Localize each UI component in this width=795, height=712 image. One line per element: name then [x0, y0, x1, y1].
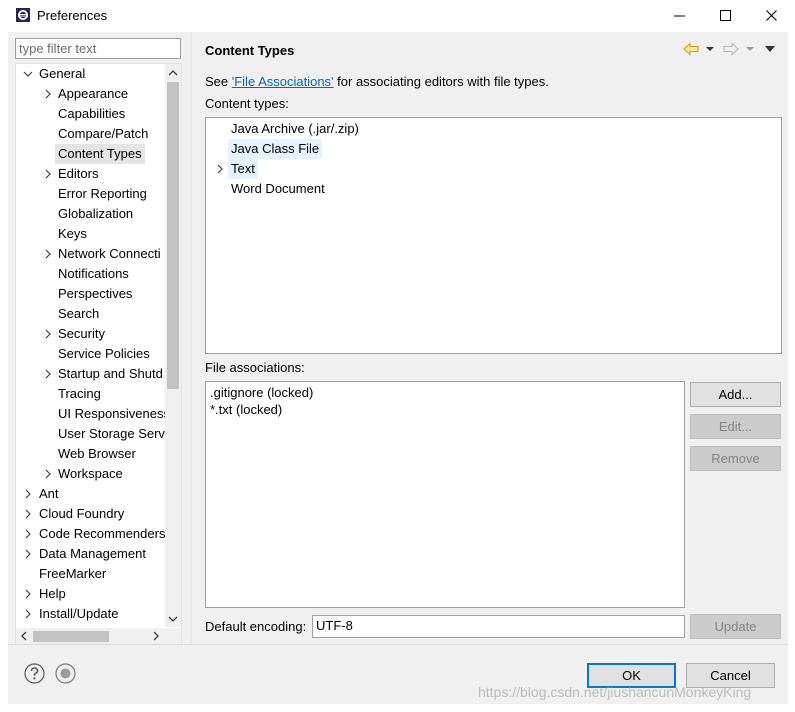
- tree-item-web-browser[interactable]: Web Browser: [58, 444, 136, 464]
- content-type-java-class-file[interactable]: Java Class File: [228, 139, 323, 159]
- list-item[interactable]: .gitignore (locked): [210, 384, 313, 401]
- maximize-button[interactable]: [703, 0, 749, 31]
- tree-item-error-reporting[interactable]: Error Reporting: [58, 184, 147, 204]
- maximize-icon: [720, 10, 731, 21]
- record-macro-icon[interactable]: [55, 663, 76, 684]
- tree-item-help[interactable]: Help: [39, 584, 66, 604]
- page-title: Content Types: [205, 43, 295, 58]
- tree-item-service-policies[interactable]: Service Policies: [58, 344, 150, 364]
- close-icon: [766, 10, 777, 21]
- tree-item-workspace[interactable]: Workspace: [58, 464, 123, 484]
- view-menu-icon[interactable]: [764, 44, 776, 54]
- chevron-right-icon[interactable]: [42, 328, 54, 340]
- chevron-right-icon[interactable]: [42, 248, 54, 260]
- tree-item-keys[interactable]: Keys: [58, 224, 87, 244]
- chevron-right-icon[interactable]: [22, 488, 34, 500]
- tree-item-startup-shutdown[interactable]: Startup and Shutd: [58, 364, 163, 384]
- file-associations-list[interactable]: .gitignore (locked) *.txt (locked): [205, 381, 685, 608]
- default-encoding-field[interactable]: UTF-8: [312, 615, 685, 638]
- tree-item-security[interactable]: Security: [58, 324, 105, 344]
- tree-item-code-recommenders[interactable]: Code Recommenders: [39, 524, 165, 544]
- tree-item-editors[interactable]: Editors: [58, 164, 98, 184]
- default-encoding-label: Default encoding:: [205, 619, 307, 634]
- chevron-right-icon[interactable]: [22, 588, 34, 600]
- chevron-down-icon[interactable]: [22, 68, 34, 80]
- tree-item-globalization[interactable]: Globalization: [58, 204, 133, 224]
- close-button[interactable]: [749, 0, 795, 31]
- content-types-tree[interactable]: Java Archive (.jar/.zip) Java Class File…: [205, 117, 782, 354]
- tree-item-cloud-foundry[interactable]: Cloud Foundry: [39, 504, 124, 524]
- tree-item-appearance[interactable]: Appearance: [58, 84, 128, 104]
- chevron-right-icon[interactable]: [22, 548, 34, 560]
- chevron-right-icon[interactable]: [42, 88, 54, 100]
- file-associations-label: File associations:: [205, 360, 305, 375]
- tree-item-network-connections[interactable]: Network Connecti: [58, 244, 161, 264]
- tree-item-compare-patch[interactable]: Compare/Patch: [58, 124, 148, 144]
- chevron-right-icon[interactable]: [42, 468, 54, 480]
- tree-item-tracing[interactable]: Tracing: [58, 384, 101, 404]
- tree-item-data-management[interactable]: Data Management: [39, 544, 146, 564]
- chevron-right-icon[interactable]: [22, 508, 34, 520]
- forward-menu-dropdown-icon[interactable]: [745, 44, 755, 54]
- eclipse-icon: [16, 8, 30, 22]
- content-type-text[interactable]: Text: [228, 159, 258, 179]
- see-suffix-text: for associating editors with file types.: [333, 74, 549, 89]
- scroll-right-arrow-icon[interactable]: [150, 630, 162, 642]
- file-associations-link[interactable]: 'File Associations': [232, 74, 334, 89]
- content-type-word-document[interactable]: Word Document: [231, 179, 325, 199]
- tree-horizontal-scroll-thumb[interactable]: [33, 631, 109, 642]
- splitter-sash[interactable]: [190, 32, 192, 644]
- add-button[interactable]: Add...: [690, 382, 781, 407]
- content-types-label: Content types:: [205, 96, 289, 111]
- tree-item-content-types[interactable]: Content Types: [55, 144, 145, 164]
- tree-item-general[interactable]: General: [39, 64, 85, 84]
- tree-item-perspectives[interactable]: Perspectives: [58, 284, 132, 304]
- title-bar: Preferences: [0, 0, 795, 32]
- tree-item-user-storage[interactable]: User Storage Serv: [58, 424, 165, 444]
- filter-input[interactable]: [15, 38, 181, 59]
- minimize-button[interactable]: [657, 0, 703, 31]
- tree-item-search[interactable]: Search: [58, 304, 99, 324]
- forward-arrow-icon[interactable]: [723, 42, 739, 56]
- update-button[interactable]: Update: [690, 614, 781, 639]
- chevron-right-icon[interactable]: [22, 528, 34, 540]
- content-type-java-archive[interactable]: Java Archive (.jar/.zip): [231, 119, 359, 139]
- scroll-down-arrow-icon[interactable]: [167, 613, 179, 625]
- remove-button[interactable]: Remove: [690, 446, 781, 471]
- window-title: Preferences: [37, 8, 108, 23]
- chevron-right-icon[interactable]: [214, 163, 226, 175]
- tree-item-install-update[interactable]: Install/Update: [39, 604, 119, 624]
- tree-item-ant[interactable]: Ant: [39, 484, 59, 504]
- minimize-icon: [674, 15, 685, 17]
- tree-vertical-scroll-thumb[interactable]: [167, 82, 179, 389]
- tree-item-notifications[interactable]: Notifications: [58, 264, 129, 284]
- preference-tree[interactable]: General Appearance Capabilities Compare/…: [15, 63, 182, 646]
- list-item[interactable]: *.txt (locked): [210, 401, 282, 418]
- chevron-right-icon[interactable]: [22, 608, 34, 620]
- tree-item-ui-responsiveness[interactable]: UI Responsiveness: [58, 404, 170, 424]
- back-menu-dropdown-icon[interactable]: [705, 44, 715, 54]
- scroll-left-arrow-icon[interactable]: [18, 630, 30, 642]
- help-icon[interactable]: [24, 663, 45, 684]
- watermark: https://blog.csdn.net/jiushancunMonkeyKi…: [478, 684, 752, 700]
- see-prefix-text: See: [205, 74, 232, 89]
- tree-item-freemarker[interactable]: FreeMarker: [39, 564, 106, 584]
- scroll-up-arrow-icon[interactable]: [167, 67, 179, 79]
- edit-button[interactable]: Edit...: [690, 414, 781, 439]
- chevron-right-icon[interactable]: [42, 168, 54, 180]
- chevron-right-icon[interactable]: [42, 368, 54, 380]
- tree-item-capabilities[interactable]: Capabilities: [58, 104, 125, 124]
- scroll-corner: [165, 628, 181, 645]
- back-arrow-icon[interactable]: [683, 42, 699, 56]
